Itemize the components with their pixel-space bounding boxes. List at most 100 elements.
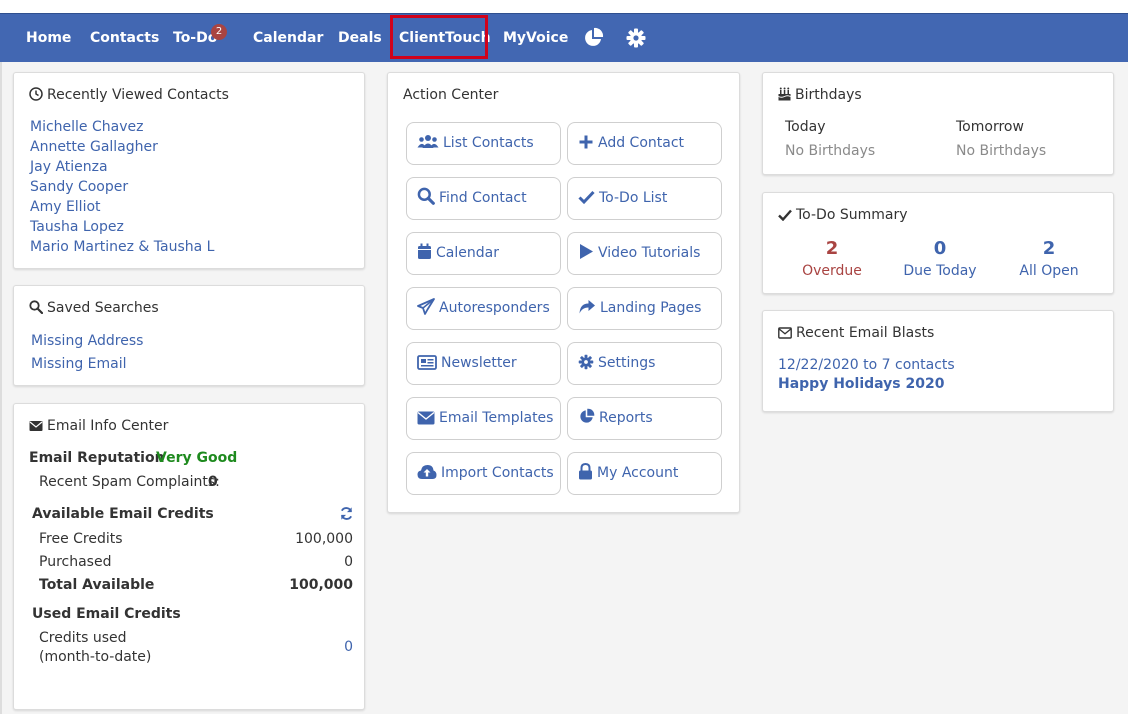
search-icon (417, 187, 435, 205)
video-tutorials-button[interactable]: Video Tutorials (567, 232, 722, 275)
birthdays-tomorrow-label: Tomorrow (956, 119, 1024, 135)
birthdays-tomorrow-value: No Birthdays (956, 143, 1047, 159)
nav-clienttouch[interactable]: ClientTouch (399, 14, 491, 62)
total-available-value: 100,000 (289, 577, 353, 593)
envelope-icon (778, 327, 792, 339)
nav-calendar[interactable]: Calendar (253, 14, 323, 62)
available-credits-title: Available Email Credits (32, 506, 214, 522)
birthdays-panel: Birthdays Today No Birthdays Tomorrow No… (762, 72, 1114, 175)
birthdays-title-text: Birthdays (795, 87, 862, 103)
settings-label: Settings (598, 355, 656, 371)
landing-pages-button[interactable]: Landing Pages (567, 287, 722, 330)
birthdays-title: Birthdays (778, 87, 862, 103)
calendar-label: Calendar (436, 245, 499, 261)
cloud-upload-icon (417, 465, 437, 479)
todo-list-button[interactable]: To-Do List (567, 177, 722, 220)
email-blasts-title-text: Recent Email Blasts (796, 325, 935, 341)
contact-link[interactable]: Jay Atienza (30, 159, 108, 175)
gear-icon[interactable] (625, 27, 647, 49)
saved-searches-title-text: Saved Searches (47, 300, 159, 316)
free-credits-value: 100,000 (295, 531, 353, 547)
email-templates-label: Email Templates (439, 410, 554, 426)
reports-button[interactable]: Reports (567, 397, 722, 440)
email-blast-name[interactable]: Happy Holidays 2020 (778, 376, 944, 392)
birthdays-today-value: No Birthdays (785, 143, 876, 159)
saved-searches-panel: Saved Searches Missing Address Missing E… (13, 285, 365, 386)
landing-pages-label: Landing Pages (600, 300, 702, 316)
list-contacts-label: List Contacts (443, 135, 534, 151)
saved-search-link[interactable]: Missing Email (31, 356, 127, 372)
todo-summary-title-text: To-Do Summary (796, 207, 908, 223)
spam-complaints-label: Recent Spam Complaints: (39, 474, 220, 490)
credits-used-value[interactable]: 0 (344, 639, 353, 655)
autoresponders-label: Autoresponders (439, 300, 550, 316)
email-info-center-panel: Email Info Center Email Reputation Very … (13, 403, 365, 710)
credits-used-label: Credits used (39, 630, 127, 646)
contact-link[interactable]: Annette Gallagher (30, 139, 158, 155)
email-blast-date[interactable]: 12/22/2020 to 7 contacts (778, 357, 955, 373)
autoresponders-button[interactable]: Autoresponders (406, 287, 561, 330)
email-blasts-title: Recent Email Blasts (778, 325, 934, 341)
purchased-label: Purchased (39, 554, 112, 570)
add-contact-label: Add Contact (598, 135, 685, 151)
pie-chart-icon (580, 408, 595, 423)
nav-todo[interactable]: To-Do (173, 14, 217, 62)
free-credits-label: Free Credits (39, 531, 123, 547)
contact-link[interactable]: Amy Elliot (30, 199, 101, 215)
nav-contacts[interactable]: Contacts (90, 14, 159, 62)
refresh-icon[interactable] (339, 506, 354, 521)
all-open-count[interactable]: 2 (980, 238, 1118, 259)
calendar-icon (418, 243, 431, 259)
my-account-label: My Account (597, 465, 679, 481)
newspaper-icon (417, 355, 437, 370)
todo-summary-title: To-Do Summary (778, 207, 908, 223)
todo-summary-panel: To-Do Summary 2 Overdue 0 Due Today 2 Al… (762, 192, 1114, 294)
email-templates-button[interactable]: Email Templates (406, 397, 561, 440)
check-icon (778, 209, 792, 222)
import-contacts-button[interactable]: Import Contacts (406, 452, 561, 495)
video-tutorials-label: Video Tutorials (598, 245, 701, 261)
birthday-cake-icon (778, 87, 791, 101)
email-reputation-value: Very Good (156, 450, 238, 466)
find-contact-label: Find Contact (439, 190, 527, 206)
envelope-icon (417, 411, 435, 425)
todo-list-label: To-Do List (599, 190, 668, 206)
recently-viewed-title: Recently Viewed Contacts (29, 87, 229, 103)
recently-viewed-contacts-panel: Recently Viewed Contacts Michelle Chavez… (13, 72, 365, 269)
todo-count-badge: 2 (211, 24, 227, 40)
search-icon (29, 300, 44, 315)
window-top-strip (0, 0, 1128, 13)
contact-link[interactable]: Sandy Cooper (30, 179, 128, 195)
settings-button[interactable]: Settings (567, 342, 722, 385)
gear-icon (578, 354, 594, 370)
list-contacts-button[interactable]: List Contacts (406, 122, 561, 165)
contact-link[interactable]: Michelle Chavez (30, 119, 143, 135)
all-open-label[interactable]: All Open (980, 263, 1118, 279)
nav-deals[interactable]: Deals (338, 14, 382, 62)
action-center-panel: Action Center List Contacts Add Contact … (387, 72, 740, 513)
envelope-icon (29, 421, 43, 431)
saved-search-link[interactable]: Missing Address (31, 333, 143, 349)
email-reputation-label: Email Reputation (29, 450, 165, 466)
recently-viewed-title-text: Recently Viewed Contacts (47, 87, 229, 103)
left-edge-divider (0, 62, 2, 714)
recent-email-blasts-panel: Recent Email Blasts 12/22/2020 to 7 cont… (762, 310, 1114, 412)
nav-myvoice[interactable]: MyVoice (503, 14, 568, 62)
contact-link[interactable]: Mario Martinez & Tausha L (30, 239, 214, 255)
paper-plane-icon (417, 298, 435, 315)
my-account-button[interactable]: My Account (567, 452, 722, 495)
email-info-title-text: Email Info Center (47, 418, 169, 434)
reports-label: Reports (599, 410, 653, 426)
clock-icon (29, 87, 43, 101)
newsletter-button[interactable]: Newsletter (406, 342, 561, 385)
pie-chart-icon[interactable] (582, 27, 604, 49)
import-contacts-label: Import Contacts (441, 465, 554, 481)
saved-searches-title: Saved Searches (29, 300, 159, 316)
contact-link[interactable]: Tausha Lopez (30, 219, 124, 235)
add-contact-button[interactable]: Add Contact (567, 122, 722, 165)
plus-icon (579, 135, 593, 149)
spam-complaints-value: 0 (208, 474, 218, 490)
nav-home[interactable]: Home (26, 14, 71, 62)
calendar-button[interactable]: Calendar (406, 232, 561, 275)
find-contact-button[interactable]: Find Contact (406, 177, 561, 220)
